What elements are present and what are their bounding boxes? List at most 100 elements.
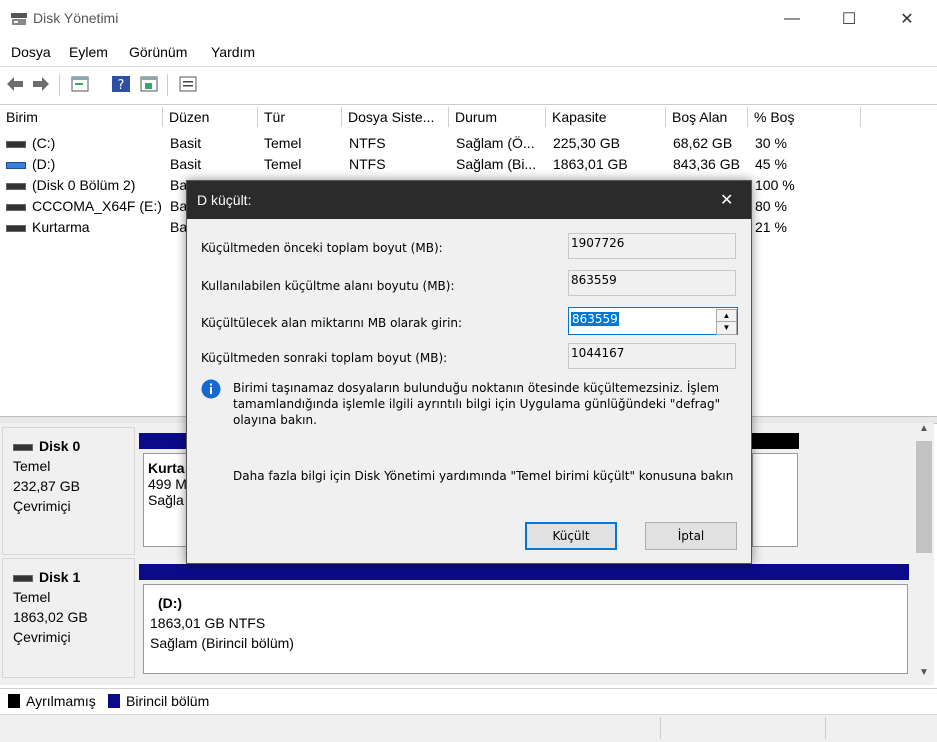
menu-file[interactable]: Dosya — [11, 44, 51, 60]
volume-capacity: 1863,01 GB — [553, 156, 628, 172]
total-size-before-label: Küçültmeden önceki toplam boyut (MB): — [201, 241, 443, 255]
column-header-empty — [861, 107, 937, 127]
title-bar: Disk Yönetimi — ☐ ✕ — [0, 0, 937, 38]
forward-arrow-icon[interactable] — [31, 75, 51, 93]
table-row[interactable]: CCCOMA_X64F (E:) — [6, 198, 162, 214]
console-icon[interactable] — [139, 75, 159, 93]
shrink-amount-label: Küçültülecek alan miktarını MB olarak gi… — [201, 316, 463, 330]
table-row[interactable]: Kurtarma — [6, 219, 90, 235]
disk-state: Çevrimiçi — [13, 629, 71, 645]
unallocated-swatch — [8, 694, 20, 708]
scroll-down-icon[interactable]: ▼ — [914, 667, 934, 683]
table-row[interactable]: (Disk 0 Bölüm 2) — [6, 177, 135, 193]
total-size-after-value: 1044167 — [568, 343, 736, 369]
vertical-scrollbar[interactable]: ▲ ▼ — [914, 423, 934, 685]
drive-icon — [6, 182, 26, 190]
dialog-close-button[interactable]: ✕ — [720, 190, 733, 210]
shrink-dialog: D küçült: ✕ Küçültmeden önceki toplam bo… — [186, 180, 752, 564]
legend-unallocated: Ayrılmamış — [26, 693, 96, 709]
volume-percent-free: 100 % — [755, 177, 795, 193]
primary-partition-swatch — [108, 694, 120, 708]
volume-name: CCCOMA_X64F (E:) — [32, 198, 162, 214]
volume-layout: Ba — [170, 198, 188, 214]
partition-bar-recovery — [139, 433, 187, 449]
partition-recovery[interactable]: Kurta 499 M Sağla — [143, 453, 188, 547]
partition-bar-disk-1 — [139, 564, 909, 580]
status-divider — [660, 717, 661, 739]
properties-icon[interactable] — [70, 75, 90, 93]
volume-status: Sağlam (Bi... — [456, 156, 537, 172]
partition-d[interactable]: (D:) 1863,01 GB NTFS Sağlam (Birincil bö… — [143, 584, 908, 674]
drive-icon — [6, 224, 26, 232]
menu-action[interactable]: Eylem — [69, 44, 108, 60]
close-button[interactable]: ✕ — [884, 0, 930, 38]
maximize-button[interactable]: ☐ — [826, 0, 872, 38]
shrink-amount-stepper[interactable]: 863559 ▲ ▼ — [568, 307, 738, 335]
status-bar — [0, 714, 937, 742]
disk-type: Temel — [13, 458, 51, 474]
status-divider — [825, 717, 826, 739]
menu-view[interactable]: Görünüm — [129, 44, 187, 60]
volume-capacity: 225,30 GB — [553, 135, 620, 151]
minimize-button[interactable]: — — [769, 0, 815, 38]
disk-size: 232,87 GB — [13, 478, 80, 494]
back-arrow-icon[interactable] — [5, 75, 25, 93]
column-header-capacity[interactable]: Kapasite — [546, 107, 666, 127]
disk-management-app-icon — [11, 13, 27, 25]
cancel-button[interactable]: İptal — [645, 522, 737, 550]
partition-status: Sağla — [148, 492, 184, 508]
drive-icon — [6, 203, 26, 211]
volume-percent-free: 45 % — [755, 156, 787, 172]
toolbar-separator — [59, 74, 60, 96]
legend-primary-partition: Birincil bölüm — [126, 693, 210, 709]
shrink-button[interactable]: Küçült — [525, 522, 617, 550]
disk-type: Temel — [13, 589, 51, 605]
disk-1-label[interactable]: Disk 1 Temel 1863,02 GB Çevrimiçi — [2, 558, 135, 678]
partition-size: 1863,01 GB NTFS — [150, 615, 266, 631]
window-title: Disk Yönetimi — [33, 10, 119, 26]
column-header-free[interactable]: Boş Alan — [666, 107, 748, 127]
column-header-filesystem[interactable]: Dosya Siste... — [342, 107, 449, 127]
volume-percent-free: 30 % — [755, 135, 787, 151]
volume-name: (D:) — [32, 156, 56, 172]
info-icon — [201, 379, 221, 399]
svg-text:?: ? — [118, 78, 125, 93]
menu-help[interactable]: Yardım — [211, 44, 255, 60]
scroll-thumb[interactable] — [916, 441, 932, 553]
drive-icon — [6, 140, 26, 148]
volume-type: Temel — [264, 156, 302, 172]
table-row[interactable]: (D:) — [6, 156, 55, 172]
column-header-status[interactable]: Durum — [449, 107, 546, 127]
volume-status: Sağlam (Ö... — [456, 135, 535, 151]
volume-layout: Ba — [170, 219, 188, 235]
disk-icon — [13, 443, 33, 451]
total-size-after-label: Küçültmeden sonraki toplam boyut (MB): — [201, 351, 448, 365]
disk-name: Disk 0 — [39, 438, 81, 454]
column-header-volume[interactable]: Birim — [0, 107, 163, 127]
column-header-layout[interactable]: Düzen — [163, 107, 258, 127]
table-row[interactable]: (C:) — [6, 135, 55, 151]
disk-size: 1863,02 GB — [13, 609, 88, 625]
help-icon[interactable]: ? — [111, 75, 131, 93]
column-header-type[interactable]: Tür — [258, 107, 342, 127]
partition-size: 499 M — [148, 476, 187, 492]
volume-percent-free: 80 % — [755, 198, 787, 214]
disk-icon — [13, 574, 33, 582]
shrink-amount-input[interactable]: 863559 — [571, 312, 619, 326]
help-message: Daha fazla bilgi için Disk Yönetimi yard… — [233, 469, 734, 483]
disk-name: Disk 1 — [39, 569, 81, 585]
total-size-before-value: 1907726 — [568, 233, 736, 259]
partition-status: Sağlam (Birincil bölüm) — [150, 635, 294, 651]
volume-name: Kurtarma — [32, 219, 90, 235]
disk-0-label[interactable]: Disk 0 Temel 232,87 GB Çevrimiçi — [2, 427, 135, 555]
volume-layout: Ba — [170, 177, 188, 193]
partition-disk-0-last[interactable] — [752, 453, 798, 547]
toolbar-separator — [167, 74, 168, 96]
spin-down-icon[interactable]: ▼ — [716, 321, 737, 335]
volume-name: (Disk 0 Bölüm 2) — [32, 177, 136, 193]
available-shrink-label: Kullanılabilen küçültme alanı boyutu (MB… — [201, 279, 455, 293]
drive-icon — [6, 161, 26, 169]
list-view-icon[interactable] — [178, 75, 198, 93]
column-header-percent-free[interactable]: % Boş — [748, 107, 861, 127]
scroll-up-icon[interactable]: ▲ — [914, 423, 934, 439]
